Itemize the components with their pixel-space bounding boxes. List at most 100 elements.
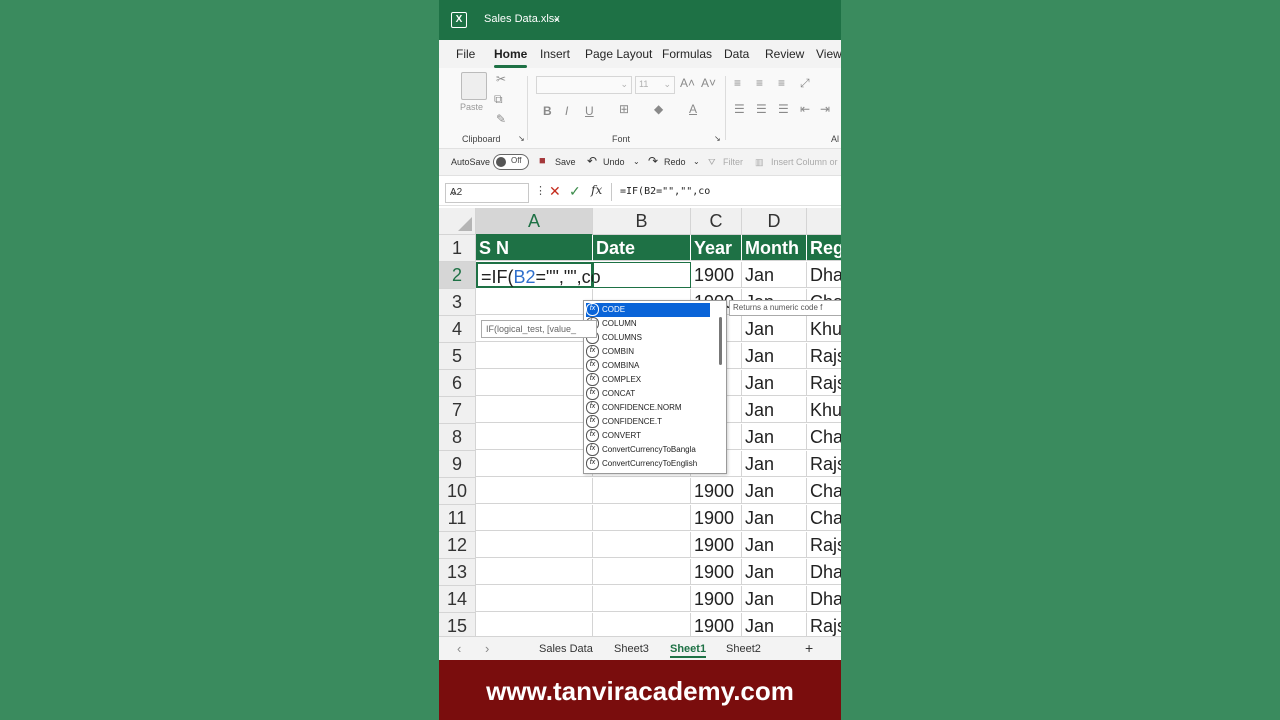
align-center-icon[interactable]: ☰ [756, 102, 767, 116]
add-sheet-button[interactable]: + [805, 640, 813, 656]
function-argument-tooltip[interactable]: IF(logical_test, [value_ [481, 320, 597, 338]
sheet-tab-sheet2[interactable]: Sheet2 [726, 643, 761, 655]
shrink-font-icon[interactable]: A˅ [701, 76, 716, 90]
data-cell[interactable]: Dha [807, 586, 841, 612]
data-cell[interactable]: Jan [742, 451, 807, 477]
row-header[interactable]: 13 [439, 559, 476, 586]
name-box[interactable]: A2 ⌄ [445, 183, 529, 203]
header-cell[interactable]: S N [476, 235, 593, 261]
chevron-down-icon[interactable]: ⌄ [552, 11, 561, 24]
file-name[interactable]: Sales Data.xlsx [484, 13, 560, 25]
column-header-a[interactable]: A [476, 208, 593, 236]
data-cell[interactable]: 1900 [691, 586, 742, 612]
row-header[interactable]: 11 [439, 505, 476, 532]
row-header[interactable]: 6 [439, 370, 476, 397]
autocomplete-item[interactable]: fx CONFIDENCE.T [586, 415, 710, 429]
font-name-box[interactable]: ⌄ [536, 76, 632, 94]
sheet-tab-sheet1[interactable]: Sheet1 [670, 643, 707, 658]
data-cell[interactable]: Jan [742, 505, 807, 531]
data-cell[interactable]: 1900 [691, 478, 742, 504]
select-all-corner[interactable] [439, 208, 476, 235]
redo-dropdown-icon[interactable]: ⌄ [693, 157, 700, 166]
save-button[interactable]: Save [555, 157, 576, 167]
empty-cell[interactable] [476, 613, 593, 636]
row-header[interactable]: 5 [439, 343, 476, 370]
column-header-c[interactable]: C [691, 208, 742, 235]
row-header[interactable]: 7 [439, 397, 476, 424]
data-cell[interactable]: Jan [742, 397, 807, 423]
data-cell[interactable]: Khu [807, 397, 841, 423]
decrease-indent-icon[interactable]: ⇤ [800, 102, 810, 116]
empty-cell[interactable] [593, 505, 691, 531]
data-cell[interactable]: Jan [742, 316, 807, 342]
row-header[interactable]: 2 [439, 262, 476, 289]
column-header-d[interactable]: D [742, 208, 807, 235]
borders-icon[interactable]: ⊞ [619, 102, 629, 116]
tab-view[interactable]: View [816, 47, 841, 61]
empty-cell[interactable] [593, 532, 691, 558]
data-cell[interactable]: Rajs [807, 343, 841, 369]
empty-cell[interactable] [476, 532, 593, 558]
data-cell[interactable]: Cha [807, 505, 841, 531]
data-cell[interactable]: Jan [742, 613, 807, 636]
scroll-left-icon[interactable]: ‹ [457, 641, 461, 656]
row-header[interactable]: 1 [439, 235, 476, 262]
empty-cell[interactable] [476, 289, 593, 315]
row-header[interactable]: 10 [439, 478, 476, 505]
formula-input[interactable]: =IF(B2="","",co [611, 183, 841, 201]
row-header[interactable]: 15 [439, 613, 476, 636]
worksheet-grid[interactable]: A B C D 1S N Date Year Month Reg 2 =IF(B2="","… [439, 208, 841, 636]
data-cell[interactable]: 1900 [691, 505, 742, 531]
tab-file[interactable]: File [456, 47, 475, 61]
align-left-icon[interactable]: ☰ [734, 102, 745, 116]
cancel-icon[interactable]: ✕ [549, 183, 561, 200]
empty-cell[interactable] [476, 478, 593, 504]
data-cell[interactable]: Khu [807, 316, 841, 342]
tab-formulas[interactable]: Formulas [662, 47, 712, 61]
align-bottom-icon[interactable]: ≡ [778, 76, 785, 90]
italic-icon[interactable]: I [565, 104, 568, 118]
autocomplete-item[interactable]: fx ConvertCurrencyToBangla [586, 443, 710, 457]
autocomplete-item[interactable]: fx COMPLEX [586, 373, 710, 387]
save-icon[interactable]: ■ [539, 155, 546, 167]
data-cell[interactable]: Jan [742, 343, 807, 369]
autocomplete-item[interactable]: fxCOLUMN [586, 317, 710, 331]
empty-cell[interactable] [476, 424, 593, 450]
data-cell[interactable]: Rajs [807, 532, 841, 558]
copy-icon[interactable]: ⧉ [494, 92, 503, 107]
column-header-e[interactable] [807, 208, 841, 235]
autocomplete-item[interactable]: fx CONCAT [586, 387, 710, 401]
redo-icon[interactable]: ↷ [648, 154, 658, 168]
empty-cell[interactable] [593, 559, 691, 585]
tab-home[interactable]: Home [494, 47, 528, 68]
row-header[interactable]: 4 [439, 316, 476, 343]
data-cell[interactable]: Jan [742, 370, 807, 396]
data-cell[interactable]: 1900 [691, 559, 742, 585]
data-cell[interactable]: 1900 [691, 532, 742, 558]
data-cell[interactable]: Rajs [807, 451, 841, 477]
undo-icon[interactable]: ↶ [587, 154, 597, 168]
sheet-tab-sheet3[interactable]: Sheet3 [614, 643, 649, 655]
empty-cell[interactable] [476, 451, 593, 477]
row-header[interactable]: 3 [439, 289, 476, 316]
data-cell[interactable] [593, 262, 691, 288]
data-cell[interactable]: 1900 [691, 262, 742, 288]
data-cell[interactable]: Jan [742, 586, 807, 612]
filter-icon[interactable]: ⛛ [708, 157, 716, 168]
empty-cell[interactable] [476, 343, 593, 369]
autocomplete-item[interactable]: fx COMBINA [586, 359, 710, 373]
empty-cell[interactable] [476, 397, 593, 423]
row-header[interactable]: 12 [439, 532, 476, 559]
empty-cell[interactable] [593, 586, 691, 612]
empty-cell[interactable] [593, 613, 691, 636]
insert-column-icon[interactable]: ▥ [755, 157, 764, 168]
data-cell[interactable]: Jan [742, 532, 807, 558]
header-cell[interactable]: Month [742, 235, 807, 261]
empty-cell[interactable] [476, 559, 593, 585]
autocomplete-item[interactable]: fxCOLUMNS [586, 331, 710, 345]
chevron-down-icon[interactable]: ⌄ [450, 187, 525, 198]
data-cell[interactable]: Cha [807, 478, 841, 504]
align-right-icon[interactable]: ☰ [778, 102, 789, 116]
data-cell[interactable]: Cha [807, 424, 841, 450]
autocomplete-item[interactable]: fx COMBIN [586, 345, 710, 359]
